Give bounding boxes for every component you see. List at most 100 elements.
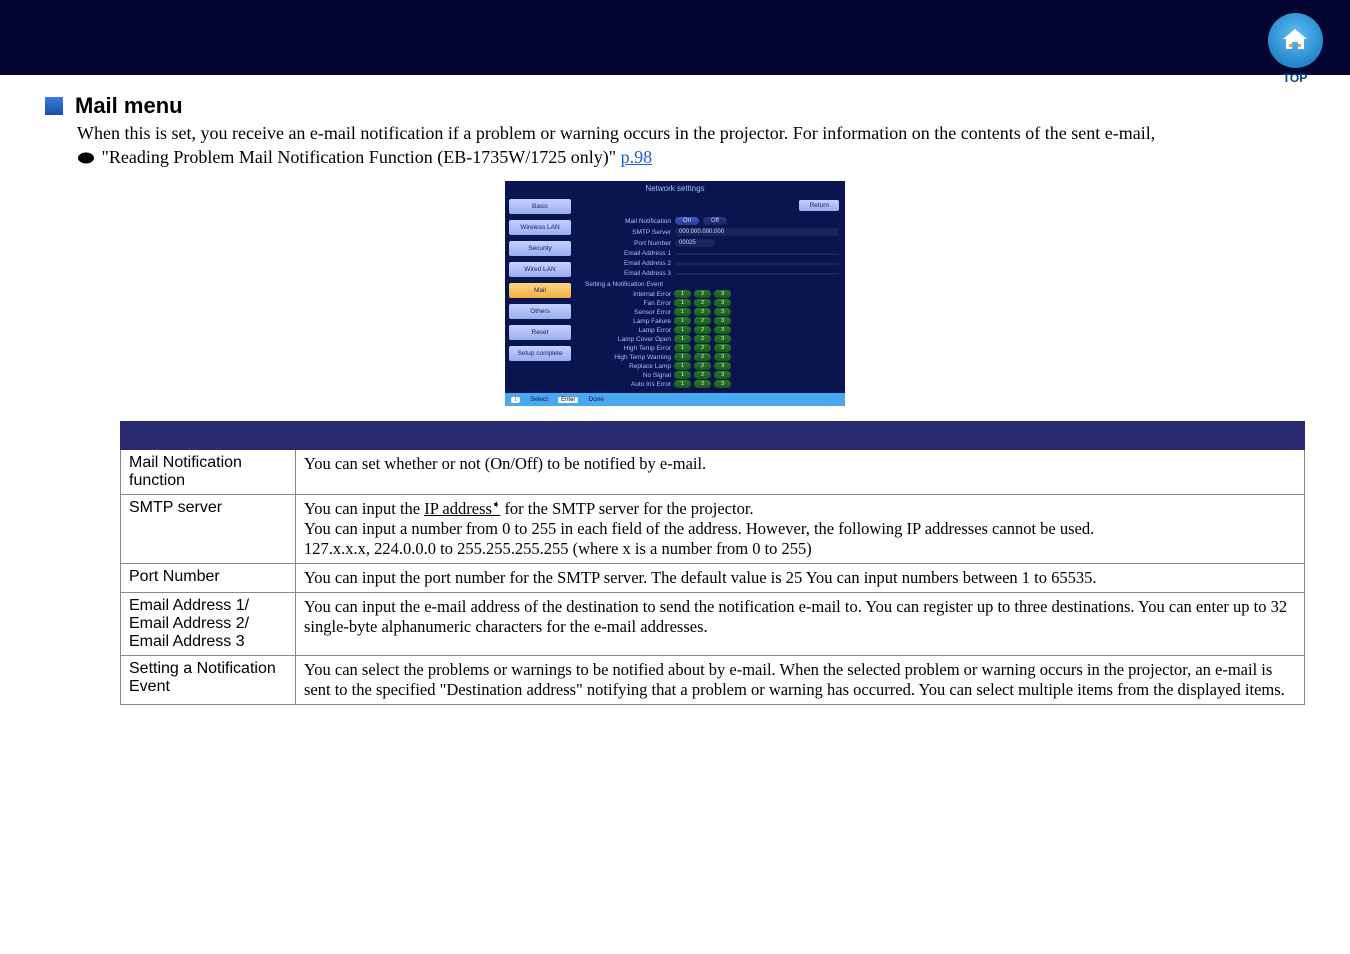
chk[interactable]: 2: [694, 380, 711, 388]
page-content: Mail menu When this is set, you receive …: [0, 75, 1350, 705]
shot-sidebar: Basic Wireless LAN Security Wired LAN Ma…: [505, 196, 575, 393]
shot-title: Network settings: [505, 181, 845, 196]
cell-desc: You can select the problems or warnings …: [296, 656, 1305, 705]
settings-table: Mail Notification function You can set w…: [120, 421, 1305, 705]
chk[interactable]: 3: [714, 362, 731, 370]
ev-hterr: High Temp Error: [581, 345, 671, 352]
chk[interactable]: 1: [674, 344, 691, 352]
chk[interactable]: 1: [674, 335, 691, 343]
table-row: SMTP server You can input the IP address…: [121, 495, 1305, 564]
top-button[interactable]: [1268, 13, 1323, 68]
chk[interactable]: 2: [694, 290, 711, 298]
lbl-e1: Email Address 1: [581, 250, 671, 257]
chk[interactable]: 1: [674, 326, 691, 334]
ev-replace: Replace Lamp: [581, 363, 671, 370]
chk[interactable]: 1: [674, 353, 691, 361]
intro-line2: "Reading Problem Mail Notification Funct…: [102, 147, 621, 167]
chk[interactable]: 2: [694, 353, 711, 361]
intro-text: When this is set, you receive an e-mail …: [77, 121, 1305, 171]
table-row: Email Address 1/ Email Address 2/ Email …: [121, 593, 1305, 656]
table-row: Setting a Notification Event You can sel…: [121, 656, 1305, 705]
chk[interactable]: 1: [674, 317, 691, 325]
chk[interactable]: 2: [694, 317, 711, 325]
cell-desc: You can input the e-mail address of the …: [296, 593, 1305, 656]
chk[interactable]: 3: [714, 344, 731, 352]
opt-on[interactable]: On: [675, 217, 699, 225]
chk[interactable]: 2: [694, 344, 711, 352]
heading-row: Mail menu: [45, 93, 1305, 119]
chk[interactable]: 2: [694, 299, 711, 307]
chk[interactable]: 3: [714, 371, 731, 379]
footer-key-select: ↕: [511, 397, 520, 403]
chk[interactable]: 2: [694, 326, 711, 334]
shot-main: Return Mail Notification On Off SMTP Ser…: [575, 196, 845, 393]
ev-nosig: No Signal: [581, 372, 671, 379]
return-button[interactable]: Return: [799, 200, 839, 211]
cell-label: Setting a Notification Event: [121, 656, 296, 705]
lbl-port: Port Number: [581, 240, 671, 247]
footer-done: Done: [588, 396, 604, 403]
top-label: TOP: [1245, 71, 1345, 85]
lbl-e2: Email Address 2: [581, 260, 671, 267]
shot-footer: ↕ Select Enter Done: [505, 393, 845, 406]
side-btn-mail[interactable]: Mail: [509, 283, 571, 298]
chk[interactable]: 3: [714, 335, 731, 343]
chk[interactable]: 1: [674, 380, 691, 388]
cell-label: Mail Notification function: [121, 450, 296, 495]
cell-desc: You can set whether or not (On/Off) to b…: [296, 450, 1305, 495]
chk[interactable]: 2: [694, 308, 711, 316]
val-e3[interactable]: [675, 273, 839, 275]
side-btn-wired[interactable]: Wired LAN: [509, 262, 571, 277]
chk[interactable]: 2: [694, 362, 711, 370]
val-port[interactable]: 00025: [675, 239, 715, 247]
chk[interactable]: 1: [674, 308, 691, 316]
chk[interactable]: 1: [674, 371, 691, 379]
chk[interactable]: 2: [694, 335, 711, 343]
footer-select: Select: [530, 396, 548, 403]
side-btn-basic[interactable]: Basic: [509, 199, 571, 214]
chk[interactable]: 3: [714, 326, 731, 334]
chk[interactable]: 3: [714, 380, 731, 388]
chk[interactable]: 1: [674, 362, 691, 370]
side-btn-complete[interactable]: Setup complete: [509, 346, 571, 361]
ev-cover: Lamp Cover Open: [581, 336, 671, 343]
ev-internal: Internal Error: [581, 291, 671, 298]
glossary-term[interactable]: IP address➧: [424, 499, 500, 518]
top-button-wrap: TOP: [1245, 10, 1345, 70]
table-row: Port Number You can input the port numbe…: [121, 564, 1305, 593]
chk[interactable]: 3: [714, 299, 731, 307]
opt-off[interactable]: Off: [703, 217, 727, 225]
val-e2[interactable]: [675, 263, 839, 265]
table-header-row: [121, 422, 1305, 450]
chk[interactable]: 2: [694, 371, 711, 379]
ev-iris: Auto Iris Error: [581, 381, 671, 388]
side-btn-others[interactable]: Others: [509, 304, 571, 319]
header-banner: TOP: [0, 0, 1350, 75]
val-e1[interactable]: [675, 253, 839, 255]
side-btn-wlan[interactable]: Wireless LAN: [509, 220, 571, 235]
lbl-mailnotif: Mail Notification: [581, 218, 671, 225]
lbl-e3: Email Address 3: [581, 270, 671, 277]
chk[interactable]: 3: [714, 308, 731, 316]
table-row: Mail Notification function You can set w…: [121, 450, 1305, 495]
cell-label: SMTP server: [121, 495, 296, 564]
side-btn-security[interactable]: Security: [509, 241, 571, 256]
cell-label: Port Number: [121, 564, 296, 593]
lbl-section: Setting a Notification Event: [585, 281, 839, 288]
chk[interactable]: 3: [714, 290, 731, 298]
cell-desc: You can input the port number for the SM…: [296, 564, 1305, 593]
chk[interactable]: 3: [714, 353, 731, 361]
home-icon: [1280, 27, 1310, 53]
ev-lampfail: Lamp Failure: [581, 318, 671, 325]
ev-lamperr: Lamp Error: [581, 327, 671, 334]
side-btn-reset[interactable]: Reset: [509, 325, 571, 340]
chk[interactable]: 3: [714, 317, 731, 325]
cell-desc: You can input the IP address➧ for the SM…: [296, 495, 1305, 564]
val-smtp[interactable]: 000.000.000.000: [675, 228, 839, 236]
page-link[interactable]: p.98: [621, 147, 653, 167]
ev-sensor: Sensor Error: [581, 309, 671, 316]
ev-fan: Fan Error: [581, 300, 671, 307]
chk[interactable]: 1: [674, 290, 691, 298]
footer-key-done: Enter: [558, 397, 578, 403]
chk[interactable]: 1: [674, 299, 691, 307]
